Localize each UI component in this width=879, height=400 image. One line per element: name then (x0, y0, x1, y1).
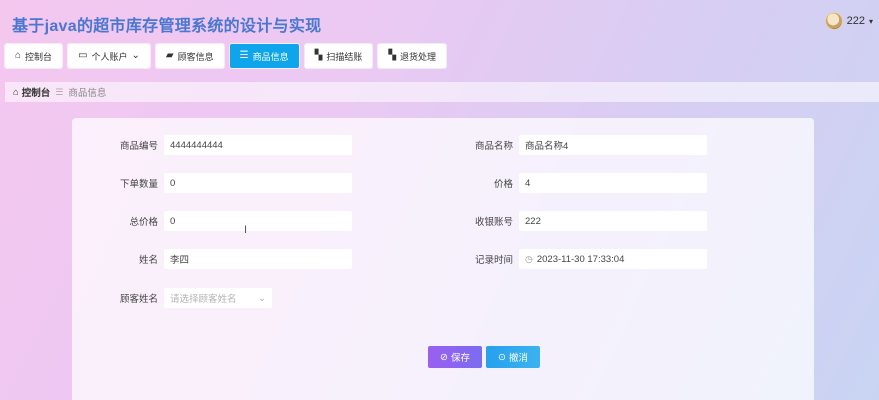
home-icon: ⌂ (15, 50, 22, 61)
nav-product-info[interactable]: ☰ 商品信息 (229, 44, 299, 68)
price-input[interactable]: 4 (519, 173, 707, 193)
record-time-input[interactable]: ◷ 2023-11-30 17:33:04 (519, 249, 707, 269)
breadcrumb-separator-icon: ☰ (55, 86, 64, 97)
top-nav: ⌂ 控制台 ▭ 个人账户 ⌄ ▰ 顾客信息 ☰ 商品信息 ▚ 扫描结账 ▚ 退货… (5, 44, 447, 68)
customer-name-select[interactable]: 请选择顾客姓名 ⌄ (164, 288, 272, 308)
price-field: 价格 4 (427, 173, 707, 193)
cashier-account-input[interactable]: 222 (519, 211, 707, 231)
field-label: 下单数量 (119, 179, 158, 190)
save-button[interactable]: ⊘ 保存 (428, 346, 482, 368)
text-cursor-icon: I (244, 224, 248, 236)
total-price-input[interactable]: 0 (164, 211, 352, 231)
user-menu[interactable]: 222 ▾ (824, 12, 873, 30)
cancel-button[interactable]: ⊙ 撤消 (486, 346, 540, 368)
product-name-input[interactable]: 商品名称4 (519, 135, 707, 155)
customer-name-field: 顾客姓名 请选择顾客姓名 ⌄ (72, 288, 272, 308)
nav-scan-checkout[interactable]: ▚ 扫描结账 (304, 44, 373, 68)
chevron-down-icon[interactable]: ▾ (869, 17, 873, 26)
customer-select-placeholder: 请选择顾客姓名 (170, 294, 237, 305)
field-label: 商品编号 (119, 141, 158, 152)
home-icon: ⌂ (13, 86, 19, 98)
nav-label: 扫描结账 (326, 51, 363, 62)
nav-label: 个人账户 (91, 51, 128, 62)
nav-account[interactable]: ▭ 个人账户 ⌄ (68, 44, 150, 68)
breadcrumb-home-label: 控制台 (21, 88, 51, 99)
cancel-label: 撤消 (508, 353, 528, 364)
breadcrumb: ⌂ 控制台 ☰ 商品信息 (5, 82, 879, 102)
clock-icon: ◷ (525, 253, 533, 264)
breadcrumb-home[interactable]: ⌂ 控制台 (13, 85, 51, 100)
field-label: 姓名 (138, 255, 158, 266)
avatar[interactable] (824, 12, 843, 30)
order-qty-field: 下单数量 0 (72, 173, 352, 193)
product-no-field: 商品编号 4444444444 (72, 135, 352, 155)
name-field: 姓名 李四 (72, 249, 352, 269)
order-qty-input[interactable]: 0 (164, 173, 352, 193)
nav-customer-info[interactable]: ▰ 顾客信息 (155, 44, 224, 68)
grid-icon: ▚ (314, 50, 323, 61)
check-circle-icon: ⊘ (440, 351, 448, 363)
form-actions: ⊘ 保存 ⊙ 撤消 (428, 346, 540, 368)
name-input[interactable]: 李四 (164, 249, 352, 269)
undo-icon: ⊙ (498, 351, 506, 363)
product-name-field: 商品名称 商品名称4 (427, 135, 707, 155)
grid-icon: ▚ (388, 50, 397, 61)
username[interactable]: 222 (847, 15, 865, 27)
record-time-field: 记录时间 ◷ 2023-11-30 17:33:04 (427, 249, 707, 269)
record-time-value: 2023-11-30 17:33:04 (536, 253, 625, 265)
field-label: 价格 (493, 179, 513, 190)
nav-dashboard[interactable]: ⌂ 控制台 (5, 44, 63, 68)
app-title: 基于java的超市库存管理系统的设计与实现 (12, 18, 322, 35)
field-label: 顾客姓名 (119, 294, 158, 305)
folder-icon: ▰ (165, 50, 174, 61)
card-icon: ▭ (78, 50, 88, 61)
field-label: 收银账号 (474, 217, 513, 228)
sliders-icon: ☰ (239, 50, 249, 61)
save-label: 保存 (450, 353, 470, 364)
product-no-input[interactable]: 4444444444 (164, 135, 352, 155)
total-price-field: 总价格 0 (72, 211, 352, 231)
nav-label: 控制台 (25, 51, 53, 62)
chevron-down-icon: ⌄ (258, 292, 266, 304)
nav-label: 顾客信息 (177, 51, 214, 62)
field-label: 商品名称 (474, 141, 513, 152)
field-label: 总价格 (129, 217, 158, 228)
cashier-account-field: 收银账号 222 (427, 211, 707, 231)
chevron-down-icon: ⌄ (131, 50, 140, 61)
breadcrumb-current: 商品信息 (68, 88, 107, 99)
nav-label: 商品信息 (252, 51, 289, 62)
field-label: 记录时间 (474, 255, 513, 266)
nav-return-handling[interactable]: ▚ 退货处理 (378, 44, 447, 68)
nav-label: 退货处理 (400, 51, 437, 62)
